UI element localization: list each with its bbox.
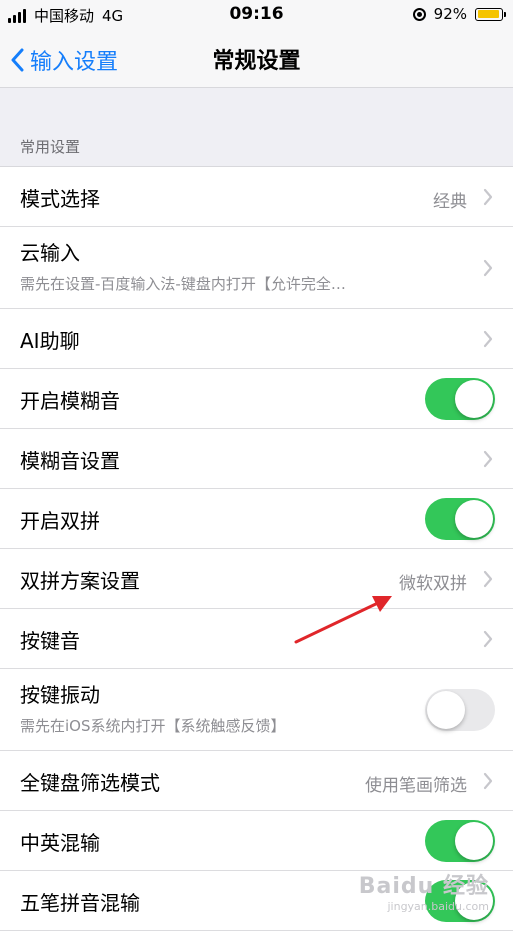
mixed-input-toggle[interactable]: [425, 820, 495, 862]
navigation-bar: 输入设置 常规设置: [0, 32, 513, 88]
setting-title: AI助聊: [20, 329, 80, 353]
chevron-right-icon: [483, 330, 493, 348]
setting-row-fuzzy-sound: 开启模糊音: [0, 369, 513, 429]
chevron-right-icon: [483, 259, 493, 277]
setting-value: 经典: [433, 192, 467, 212]
setting-row-fuzzy-settings[interactable]: 模糊音设置: [0, 429, 513, 489]
page-title: 常规设置: [212, 49, 301, 74]
baidu-watermark: Baidu 经验 jingyan.baidu.com: [359, 868, 489, 913]
chevron-right-icon: [483, 450, 493, 468]
setting-title: 开启双拼: [20, 509, 100, 533]
setting-title: 模式选择: [20, 187, 100, 211]
setting-value: 微软双拼: [399, 574, 467, 594]
setting-title: 模糊音设置: [20, 449, 120, 473]
setting-title: 按键音: [20, 629, 80, 653]
fuzzy-sound-toggle[interactable]: [425, 378, 495, 420]
setting-value: 使用笔画筛选: [365, 776, 467, 796]
rotation-lock-icon: [412, 7, 426, 21]
setting-row-double-pinyin-scheme[interactable]: 双拼方案设置 微软双拼: [0, 549, 513, 609]
setting-row-full-keyboard-filter[interactable]: 全键盘筛选模式 使用笔画筛选: [0, 751, 513, 811]
setting-title: 云输入: [20, 241, 80, 265]
watermark-text: Baidu 经验: [358, 874, 489, 899]
battery-percent: 92%: [433, 5, 467, 23]
watermark-sub: jingyan.baidu.com: [387, 900, 489, 913]
setting-row-key-sound[interactable]: 按键音: [0, 609, 513, 669]
chevron-right-icon: [483, 188, 493, 206]
setting-title: 五笔拼音混输: [20, 891, 140, 915]
battery-icon: [475, 7, 506, 21]
setting-title: 双拼方案设置: [20, 569, 140, 593]
setting-row-mixed-input: 中英混输: [0, 811, 513, 871]
section-header: 常用设置: [20, 138, 81, 156]
settings-list: 模式选择 经典 云输入 需先在设置-百度输入法-键盘内打开【允许完全… AI助聊…: [0, 166, 513, 931]
key-vibration-toggle[interactable]: [425, 689, 495, 731]
double-pinyin-toggle[interactable]: [425, 498, 495, 540]
status-right: 92%: [412, 5, 506, 23]
setting-title: 按键振动: [20, 683, 100, 707]
setting-row-mode[interactable]: 模式选择 经典: [0, 167, 513, 227]
setting-row-cloud-input[interactable]: 云输入 需先在设置-百度输入法-键盘内打开【允许完全…: [0, 227, 513, 309]
chevron-right-icon: [483, 630, 493, 648]
setting-row-ai-chat[interactable]: AI助聊: [0, 309, 513, 369]
setting-title: 中英混输: [20, 831, 100, 855]
setting-title: 全键盘筛选模式: [20, 771, 160, 795]
setting-row-key-vibration: 按键振动 需先在iOS系统内打开【系统触感反馈】: [0, 669, 513, 751]
setting-subtitle: 需先在iOS系统内打开【系统触感反馈】: [20, 717, 286, 735]
chevron-right-icon: [483, 772, 493, 790]
status-bar: 中国移动 4G 09:16 92%: [0, 0, 513, 32]
setting-subtitle: 需先在设置-百度输入法-键盘内打开【允许完全…: [20, 275, 346, 293]
setting-row-double-pinyin: 开启双拼: [0, 489, 513, 549]
setting-title: 开启模糊音: [20, 389, 120, 413]
chevron-right-icon: [483, 570, 493, 588]
